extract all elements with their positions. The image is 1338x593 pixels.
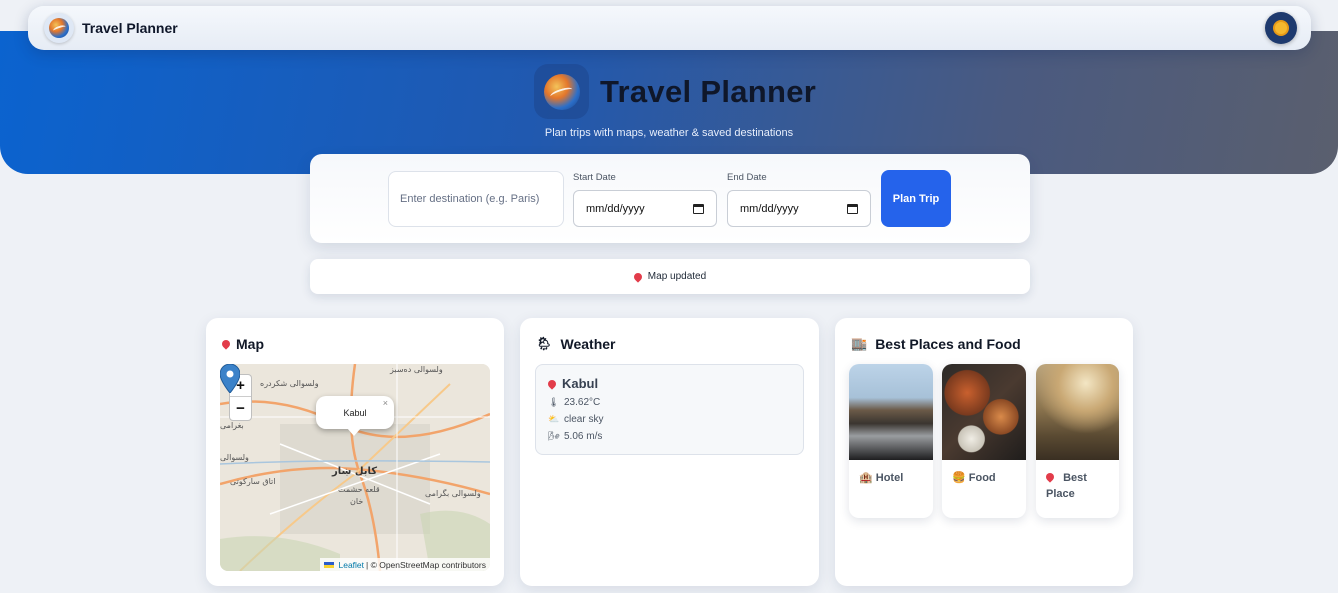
map-label: ولسوالی [220,453,249,462]
leaflet-link[interactable]: Leaflet [338,560,364,570]
flag-icon [324,561,335,568]
wind-value: 5.06 m/s [564,431,603,442]
weather-icon: 🌦 [536,336,553,351]
pin-icon [546,377,558,390]
cloud-sun-icon: ⛅ [548,414,560,424]
map-popup: Kabul × [316,396,394,436]
status-message: Map updated [310,259,1030,294]
trip-form: Start Date mm/dd/yyyy End Date mm/dd/yyy… [310,154,1030,243]
globe-logo-icon [534,64,589,119]
close-icon[interactable]: × [383,398,388,408]
weather-card-header: 🌦 Weather [536,336,616,352]
sun-icon [1275,22,1287,34]
destination-input[interactable] [388,171,564,227]
weather-details: Kabul 🌡 23.62°C ⛅ clear sky 🌬 5.06 m/s [535,364,804,455]
end-date-input[interactable]: mm/dd/yyyy [727,190,871,227]
burger-icon: 🍔 [952,472,966,484]
place-label: Best Place [1036,460,1119,502]
place-label-text: Food [968,472,996,484]
building-icon: 🏬 [851,336,868,351]
plan-trip-button[interactable]: Plan Trip [881,170,951,227]
map-card-header: Map [220,336,264,352]
map-view[interactable]: ولسوالی ده‌سبز ولسوالی شکردره بغرامی ولس… [220,364,490,571]
navbar: Travel Planner [28,6,1311,50]
weather-card: 🌦 Weather Kabul 🌡 23.62°C ⛅ clear sky 🌬 … [520,318,819,586]
globe-logo-icon[interactable] [44,13,74,43]
wind-icon: 🌬 [548,431,560,441]
map-marker-icon[interactable] [220,364,240,393]
map-card: Map ولسوالی ده‌سبز ولسوالی شکردره بغرامی… [206,318,504,586]
end-date-value: mm/dd/yyyy [740,202,799,215]
hotel-image [849,364,933,460]
temperature-value: 23.62°C [564,397,601,408]
map-label: کابل ښار [331,466,377,477]
zoom-out-button[interactable]: − [230,397,251,419]
best-place-image [1036,364,1119,460]
wind-row: 🌬 5.06 m/s [548,428,791,445]
place-label-text: Hotel [875,472,904,484]
condition-value: clear sky [564,414,604,425]
calendar-icon[interactable] [693,203,704,214]
pin-icon [632,270,644,283]
places-card-header: 🏬 Best Places and Food [851,336,1021,352]
end-date-label: End Date [727,172,767,183]
nav-title[interactable]: Travel Planner [82,20,178,36]
temperature-row: 🌡 23.62°C [548,394,791,411]
weather-city: Kabul [562,376,599,391]
food-image [942,364,1026,460]
theme-toggle-button[interactable] [1265,12,1297,44]
condition-row: ⛅ clear sky [548,411,791,428]
place-label: 🍔 Food [942,460,1026,486]
map-label: اتاق سارکوتی [230,477,275,486]
map-label: خان [350,497,363,506]
place-label: 🏨 Hotel [849,460,933,486]
map-label: ولسوالی شکردره [260,379,319,388]
weather-city-row: Kabul [546,376,791,391]
attribution-text: | © OpenStreetMap contributors [366,559,486,570]
place-card-hotel[interactable]: 🏨 Hotel [849,364,933,518]
map-label: ولسوالی ده‌سبز [389,365,443,374]
map-label: ولسوالی بگرامی [425,488,481,498]
places-card: 🏬 Best Places and Food 🏨 Hotel 🍔 Food Be… [835,318,1133,586]
places-card-title: Best Places and Food [875,336,1021,352]
map-attribution: Leaflet | © OpenStreetMap contributors [320,558,490,571]
map-label: قلعه حشمت [338,485,380,494]
place-card-food[interactable]: 🍔 Food [942,364,1026,518]
pin-icon [220,338,232,350]
popup-text: Kabul [343,407,367,418]
start-date-label: Start Date [573,172,616,183]
page-subtitle: Plan trips with maps, weather & saved de… [544,127,794,139]
map-card-title: Map [236,336,264,352]
thermometer-icon: 🌡 [548,397,560,407]
start-date-value: mm/dd/yyyy [586,202,645,215]
calendar-icon[interactable] [847,203,858,214]
map-label: بغرامی [220,421,244,430]
weather-card-title: Weather [560,336,616,352]
page-title: Travel Planner [600,73,817,109]
status-text: Map updated [647,271,707,282]
hero-header: Travel Planner [534,64,816,119]
place-card-best-place[interactable]: Best Place [1036,364,1119,518]
hotel-icon: 🏨 [859,472,873,484]
pin-icon [1044,471,1056,483]
start-date-input[interactable]: mm/dd/yyyy [573,190,717,227]
